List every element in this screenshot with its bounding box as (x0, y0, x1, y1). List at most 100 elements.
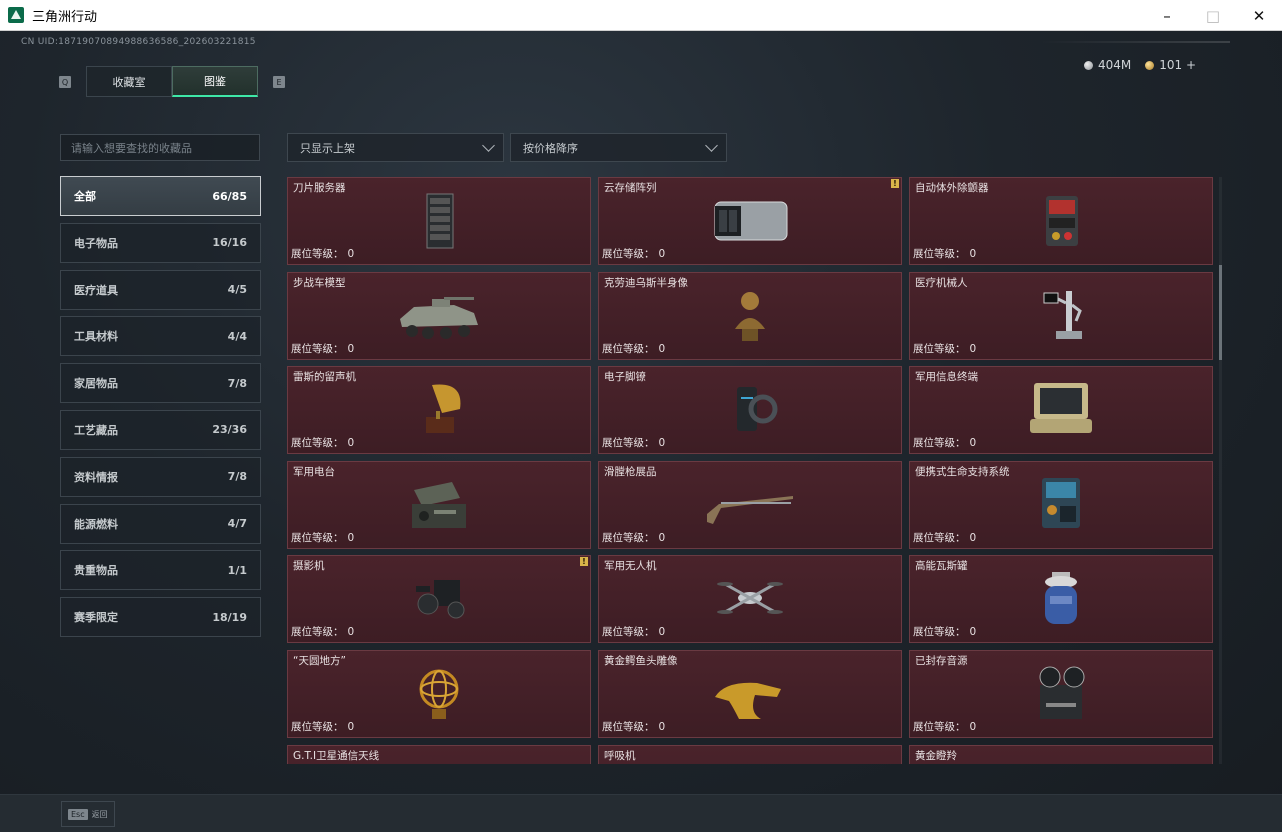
category-item[interactable]: 工具材料 4/4 (60, 316, 261, 357)
back-button[interactable]: Esc 返回 (61, 801, 115, 827)
booth-level-label: 展位等级： (602, 248, 655, 260)
collectible-card[interactable]: 军用信息终端 展位等级： 0 (909, 366, 1213, 455)
maximize-button[interactable]: □ (1190, 0, 1236, 31)
camera-icon (394, 568, 484, 630)
booth-level: 展位等级： 0 (291, 719, 354, 734)
category-item[interactable]: 医疗道具 4/5 (60, 269, 261, 310)
ventilator-icon (705, 758, 795, 764)
category-count: 18/19 (212, 610, 247, 624)
tab-catalog[interactable]: 图鉴 (172, 66, 258, 97)
category-label: 能源燃料 (74, 517, 118, 531)
minimize-button[interactable]: – (1144, 0, 1190, 31)
booth-level: 展位等级： 0 (602, 530, 665, 545)
medical-robot-icon (1016, 285, 1106, 347)
player-uid: CN UID:18719070894988636586_202603221815 (21, 37, 256, 47)
tab-prev-key[interactable]: Q (59, 76, 71, 88)
category-item[interactable]: 电子物品 16/16 (60, 222, 261, 263)
window-titlebar: 三角洲行动 – □ ✕ (0, 0, 1282, 31)
sort-dropdown[interactable]: 按价格降序 (510, 133, 727, 162)
collectible-card[interactable]: 摄影机 展位等级： 0! (287, 555, 591, 644)
category-label: 资料情报 (74, 470, 118, 484)
collectible-card[interactable]: 电子脚镣展位等级： 0 (598, 366, 902, 455)
server-icon (394, 190, 484, 252)
booth-level-value: 0 (658, 437, 666, 450)
window-controls: – □ ✕ (1144, 0, 1282, 31)
game-viewport: CN UID:18719070894988636586_202603221815… (0, 31, 1282, 832)
booth-level-label: 展位等级： (291, 626, 344, 639)
tab-collection-room[interactable]: 收藏室 (86, 66, 172, 97)
collectible-name: 雷斯的留声机 (293, 371, 356, 384)
booth-level-value: 0 (969, 531, 977, 544)
collectible-card[interactable]: 步战车模型 展位等级： 0 (287, 271, 591, 360)
collectible-card[interactable]: 高能瓦斯罐 展位等级： 0 (909, 555, 1213, 644)
category-item[interactable]: 工艺藏品 23/36 (60, 409, 261, 450)
booth-level-value: 0 (969, 626, 977, 639)
collectible-name: 军用信息终端 (915, 371, 978, 384)
category-item[interactable]: 能源燃料 4/7 (60, 503, 261, 544)
grid-scrollbar[interactable] (1219, 177, 1222, 764)
category-count: 7/8 (227, 376, 247, 390)
collectible-card[interactable]: 自动体外除颤器 展位等级： 0 (909, 177, 1213, 265)
booth-level-label: 展位等级： (291, 531, 344, 544)
collectible-card[interactable]: 刀片服务器 展位等级： 0 (287, 177, 591, 265)
booth-level: 展位等级： 0 (913, 246, 976, 261)
collectible-name: 黄金瞪羚 (915, 749, 957, 762)
drone-icon (705, 568, 795, 630)
collectible-name: 黄金鳄鱼头雕像 (604, 654, 678, 667)
satellite-icon (394, 758, 484, 764)
scrollbar-thumb[interactable] (1219, 265, 1222, 360)
category-item[interactable]: 赛季限定 18/19 (60, 597, 261, 638)
tab-next-key[interactable]: E (273, 76, 285, 88)
collectible-card[interactable]: 便携式生命支持系统 展位等级： 0 (909, 460, 1213, 549)
currency-silver[interactable]: 404M (1083, 58, 1131, 72)
esc-key-hint: Esc (68, 808, 88, 820)
booth-level-value: 0 (969, 437, 977, 450)
collectible-card[interactable]: 呼吸机 (598, 744, 902, 764)
category-count: 4/7 (227, 517, 247, 531)
collectible-card[interactable]: 黄金鳄鱼头雕像 展位等级： 0 (598, 649, 902, 738)
collectible-card[interactable]: 医疗机械人 展位等级： 0 (909, 271, 1213, 360)
ifv-model-icon (394, 285, 484, 347)
currency-gold[interactable]: 101 + (1145, 58, 1196, 72)
collectible-name: 便携式生命支持系统 (915, 465, 1010, 478)
booth-level-value: 0 (347, 531, 355, 544)
category-item[interactable]: 全部 66/85 (60, 176, 261, 216)
collectible-card[interactable]: 克劳迪乌斯半身像 展位等级： 0 (598, 271, 902, 360)
booth-level-value: 0 (658, 342, 666, 355)
category-count: 7/8 (227, 470, 247, 484)
collectible-name: 自动体外除颤器 (915, 182, 989, 194)
category-list: 全部 66/85 电子物品 16/16 医疗道具 4/5 工具材料 4/4 家居物品 7/8 工艺藏… (60, 176, 261, 644)
collectible-name: 已封存音源 (915, 654, 968, 667)
booth-level: 展位等级： 0 (602, 435, 665, 450)
shelf-filter-value: 只显示上架 (300, 141, 355, 155)
gas-tank-icon (1016, 568, 1106, 630)
shelf-filter-dropdown[interactable]: 只显示上架 (287, 133, 504, 162)
collectible-name: 电子脚镣 (604, 371, 646, 384)
category-item[interactable]: 资料情报 7/8 (60, 456, 261, 497)
category-item[interactable]: 贵重物品 1/1 (60, 550, 261, 591)
collectible-card[interactable]: G.T.I卫星通信天线 (287, 744, 591, 764)
collectible-card[interactable]: 已封存音源 展位等级： 0 (909, 649, 1213, 738)
terminal-icon (1016, 379, 1106, 441)
collectible-card[interactable]: 云存储阵列 展位等级： 0! (598, 177, 902, 265)
collectible-card[interactable]: “天圆地方” 展位等级： 0 (287, 649, 591, 738)
window-title: 三角洲行动 (32, 9, 98, 25)
booth-level-label: 展位等级： (602, 531, 655, 544)
collectible-card[interactable]: 军用无人机 展位等级： 0 (598, 555, 902, 644)
collectible-name: 步战车模型 (293, 276, 346, 289)
collectible-card[interactable]: 雷斯的留声机 展位等级： 0 (287, 366, 591, 455)
collectible-card[interactable]: 军用电台 展位等级： 0 (287, 460, 591, 549)
category-item[interactable]: 家居物品 7/8 (60, 363, 261, 404)
collectible-card[interactable]: 黄金瞪羚 (909, 744, 1213, 764)
back-label: 返回 (91, 809, 108, 819)
booth-level-value: 0 (347, 720, 355, 733)
collectible-card[interactable]: 滑膛枪展品 展位等级： 0 (598, 460, 902, 549)
booth-level: 展位等级： 0 (602, 246, 665, 261)
croc-statue-icon (705, 663, 795, 725)
search-input[interactable]: 请输入想要查找的收藏品 (60, 134, 260, 161)
booth-level-value: 0 (347, 342, 355, 355)
booth-level-label: 展位等级： (913, 720, 966, 733)
collectible-name: 呼吸机 (604, 749, 636, 762)
booth-level-label: 展位等级： (602, 626, 655, 639)
close-button[interactable]: ✕ (1236, 0, 1282, 31)
